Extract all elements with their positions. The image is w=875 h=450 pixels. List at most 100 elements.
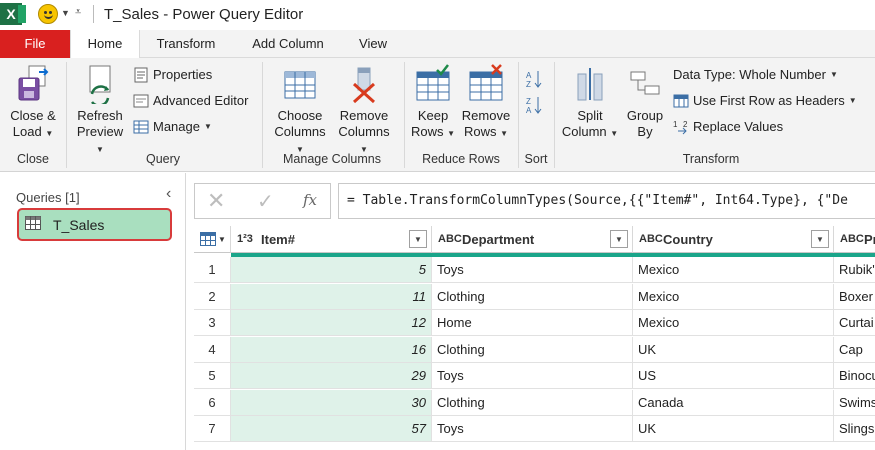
cell-product[interactable]: Cap	[834, 337, 875, 363]
cell-country[interactable]: Canada	[633, 389, 834, 416]
cell-country[interactable]: Mexico	[633, 257, 834, 283]
cell-item[interactable]: 12	[231, 310, 432, 336]
row-number[interactable]: 4	[194, 336, 231, 363]
cell-item[interactable]: 57	[231, 416, 432, 442]
choose-columns-label-1: Choose	[277, 108, 323, 123]
refresh-preview-button[interactable]: Refresh Preview ▼	[72, 64, 128, 158]
quick-access-customize-icon[interactable]: ⩡	[75, 6, 81, 19]
table-menu-button[interactable]: ▼	[194, 226, 231, 253]
cell-country[interactable]: US	[633, 363, 834, 389]
cell-department[interactable]: Toys	[432, 416, 633, 442]
collapse-pane-icon[interactable]: ‹	[166, 185, 171, 203]
cell-item[interactable]: 16	[231, 336, 432, 363]
query-item-t-sales[interactable]: T_Sales	[17, 208, 172, 241]
close-and-load-icon	[15, 64, 51, 104]
choose-columns-button[interactable]: Choose Columns ▼	[272, 64, 328, 158]
cell-country[interactable]: UK	[633, 336, 834, 363]
column-header-country[interactable]: ABC Country ▼	[633, 226, 834, 253]
tab-file[interactable]: File	[0, 30, 70, 58]
remove-rows-button[interactable]: Remove Rows ▼	[458, 64, 514, 142]
data-type-label: Data Type: Whole Number	[673, 67, 826, 82]
cell-product[interactable]: Swims	[834, 390, 875, 416]
whole-number-type-icon[interactable]: 1²3	[237, 233, 261, 245]
tab-add-column[interactable]: Add Column	[240, 30, 336, 58]
group-by-label-2: By	[637, 124, 653, 139]
fx-icon[interactable]: fx	[303, 191, 317, 209]
refresh-label-2: Preview	[76, 124, 124, 139]
cell-item[interactable]: 30	[231, 389, 432, 416]
replace-values-button[interactable]: 12 Replace Values	[673, 117, 783, 137]
keep-rows-button[interactable]: Keep Rows ▼	[410, 64, 456, 142]
query-name: T_Sales	[53, 216, 105, 233]
svg-text:1: 1	[673, 120, 678, 129]
manage-button[interactable]: Manage ▼	[133, 117, 212, 137]
title-bar: X ▼ ⩡ T_Sales - Power Query Editor	[0, 0, 875, 30]
group-label-manage-columns: Manage Columns	[283, 152, 381, 166]
cell-country[interactable]: UK	[633, 416, 834, 442]
cell-product[interactable]: Curtai	[834, 310, 875, 336]
group-label-transform: Transform	[682, 152, 740, 166]
smiley-dropdown-icon[interactable]: ▼	[61, 8, 70, 18]
tab-view[interactable]: View	[348, 30, 398, 58]
tab-home[interactable]: Home	[70, 30, 140, 59]
sort-descending-button[interactable]: ZA	[526, 92, 542, 115]
data-grid: ▼ 1²3 Item# ▼ ABC Department ▼ ABC Count…	[194, 226, 875, 450]
row-number[interactable]: 1	[194, 257, 231, 283]
use-first-row-as-headers-button[interactable]: Use First Row as Headers ▼	[673, 91, 857, 111]
sort-ascending-button[interactable]: AZ	[526, 66, 542, 89]
column-header-product[interactable]: ABC Pr	[834, 226, 875, 253]
cell-department[interactable]: Toys	[432, 363, 633, 389]
confirm-formula-icon[interactable]: ✓	[257, 189, 274, 214]
column-header-department[interactable]: ABC Department ▼	[432, 226, 633, 253]
column-header-item[interactable]: 1²3 Item# ▼	[231, 226, 432, 253]
cell-item[interactable]: 11	[231, 283, 432, 310]
tab-transform[interactable]: Transform	[140, 30, 232, 58]
remove-columns-button[interactable]: Remove Columns ▼	[334, 64, 394, 158]
cell-product[interactable]: Boxer	[834, 284, 875, 310]
row-number[interactable]: 5	[194, 363, 231, 389]
advanced-editor-label: Advanced Editor	[153, 93, 249, 108]
cell-product[interactable]: Rubik's	[834, 257, 875, 283]
cell-item[interactable]: 29	[231, 363, 432, 389]
cancel-formula-icon[interactable]: ✕	[207, 188, 225, 214]
cell-product[interactable]: Binocu	[834, 363, 875, 389]
data-type-dropdown[interactable]: Data Type: Whole Number ▼	[673, 65, 838, 85]
row-number[interactable]: 3	[194, 310, 231, 336]
advanced-editor-icon	[133, 93, 149, 109]
cell-item[interactable]: 5	[231, 257, 432, 283]
svg-text:A: A	[526, 106, 532, 115]
text-type-icon[interactable]: ABC	[840, 233, 864, 245]
cell-country[interactable]: Mexico	[633, 310, 834, 336]
choose-columns-icon	[282, 64, 318, 104]
column-header-label: Country	[663, 231, 713, 247]
properties-label: Properties	[153, 67, 213, 82]
group-label-reduce-rows: Reduce Rows	[422, 152, 500, 166]
cell-country[interactable]: Mexico	[633, 283, 834, 310]
properties-button[interactable]: Properties	[133, 65, 212, 85]
column-filter-icon[interactable]: ▼	[811, 230, 829, 248]
column-filter-icon[interactable]: ▼	[610, 230, 628, 248]
split-column-button[interactable]: Split Column ▼	[560, 64, 620, 142]
cell-department[interactable]: Clothing	[432, 336, 633, 363]
row-number[interactable]: 2	[194, 283, 231, 310]
cell-product[interactable]: Slingsh	[834, 416, 875, 442]
refresh-label-1: Refresh	[77, 108, 123, 123]
first-row-headers-label: Use First Row as Headers	[693, 93, 845, 108]
cell-department[interactable]: Clothing	[432, 283, 633, 310]
group-label-sort: Sort	[524, 152, 548, 166]
queries-pane: Queries [1] ‹ T_Sales	[0, 173, 186, 450]
group-by-button[interactable]: Group By	[622, 64, 668, 140]
column-filter-icon[interactable]: ▼	[409, 230, 427, 248]
group-label-close: Close	[17, 152, 49, 166]
advanced-editor-button[interactable]: Advanced Editor	[133, 91, 248, 111]
cell-department[interactable]: Toys	[432, 257, 633, 283]
formula-input[interactable]: = Table.TransformColumnTypes(Source,{{"I…	[338, 183, 875, 219]
row-number[interactable]: 6	[194, 389, 231, 416]
text-type-icon[interactable]: ABC	[438, 233, 462, 245]
feedback-smiley-icon[interactable]	[38, 4, 58, 24]
row-number[interactable]: 7	[194, 416, 231, 442]
close-and-load-button[interactable]: Close & Load ▼	[6, 64, 60, 142]
cell-department[interactable]: Clothing	[432, 389, 633, 416]
text-type-icon[interactable]: ABC	[639, 233, 663, 245]
cell-department[interactable]: Home	[432, 310, 633, 336]
